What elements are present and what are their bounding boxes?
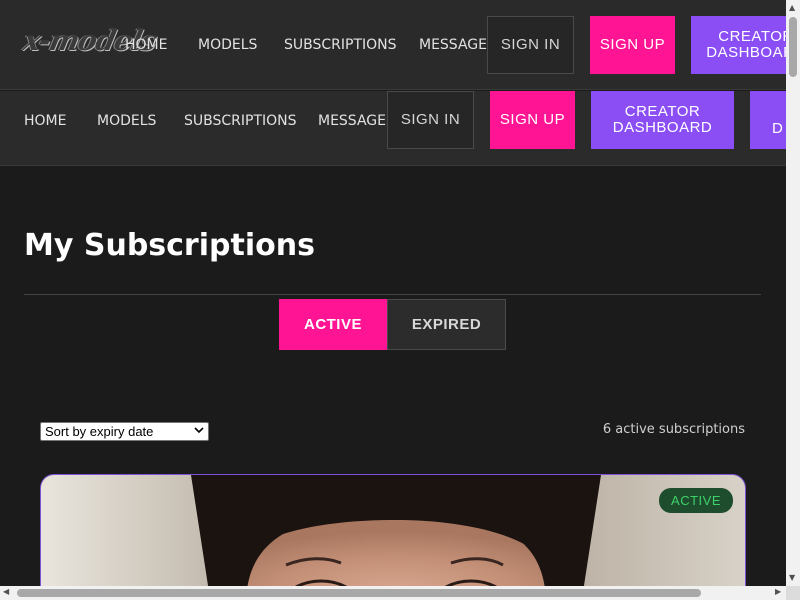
nav-subscriptions-link[interactable]: SUBSCRIPTIONS	[284, 37, 397, 53]
vertical-scrollbar[interactable]: ▲ ▼	[786, 0, 800, 586]
model-photo	[41, 475, 745, 586]
nav-home-link[interactable]: HOME	[125, 37, 167, 53]
subscription-count: 6 active subscriptions	[602, 422, 745, 437]
scrollbar-corner	[786, 586, 800, 600]
extra-nav-label: D	[772, 120, 784, 137]
sign-in-label: SIGN IN	[500, 36, 561, 53]
nav2-messages-link[interactable]: MESSAGES	[318, 113, 395, 129]
arrow-right-icon[interactable]: ▶	[775, 587, 781, 596]
status-badge: ACTIVE	[659, 488, 733, 513]
page-title: My Subscriptions	[24, 228, 315, 263]
nav-messages-link[interactable]: MESSAGES	[419, 37, 496, 53]
sign-up-label: SIGN UP	[599, 36, 666, 53]
page-viewport: x-models HOME MODELS SUBSCRIPTIONS MESSA…	[0, 0, 786, 586]
extra-nav-button-partial[interactable]: D	[750, 91, 786, 149]
secondary-header: HOME MODELS SUBSCRIPTIONS MESSAGES SIGN …	[0, 91, 786, 166]
nav-models-link[interactable]: MODELS	[198, 37, 257, 53]
sign-up-button[interactable]: SIGN UP	[590, 16, 675, 74]
top-header: x-models HOME MODELS SUBSCRIPTIONS MESSA…	[0, 0, 786, 90]
creator-dashboard-label: CREATOR DASHBOARD	[612, 103, 713, 136]
horizontal-scroll-thumb[interactable]	[17, 589, 701, 597]
arrow-left-icon[interactable]: ◀	[3, 587, 9, 596]
tab-active[interactable]: ACTIVE	[279, 299, 387, 350]
subscription-card[interactable]: ACTIVE	[40, 474, 746, 586]
nav2-models-link[interactable]: MODELS	[97, 113, 156, 129]
sort-select[interactable]: Sort by expiry date	[40, 422, 209, 441]
creator-dashboard-button[interactable]: CREATOR DASHBOARD	[691, 16, 786, 74]
creator-dashboard-button-secondary[interactable]: CREATOR DASHBOARD	[591, 91, 734, 149]
chevron-down-icon	[194, 426, 204, 437]
nav2-subscriptions-link[interactable]: SUBSCRIPTIONS	[184, 113, 297, 129]
horizontal-scrollbar[interactable]: ◀ ▶	[0, 586, 786, 600]
vertical-scroll-thumb[interactable]	[789, 17, 797, 77]
sign-up-label: SIGN UP	[499, 111, 566, 128]
tab-expired[interactable]: EXPIRED	[387, 299, 506, 350]
sign-in-label: SIGN IN	[400, 111, 461, 128]
arrow-up-icon[interactable]: ▲	[789, 3, 795, 12]
arrow-down-icon[interactable]: ▼	[789, 573, 795, 582]
creator-dashboard-label: CREATOR DASHBOARD	[706, 28, 786, 61]
tab-active-label: ACTIVE	[303, 316, 362, 333]
nav2-home-link[interactable]: HOME	[24, 113, 66, 129]
sign-in-button-secondary[interactable]: SIGN IN	[387, 91, 474, 149]
title-divider	[24, 294, 761, 295]
tab-expired-label: EXPIRED	[411, 316, 482, 333]
sort-select-value: Sort by expiry date	[45, 424, 154, 439]
sign-up-button-secondary[interactable]: SIGN UP	[490, 91, 575, 149]
sign-in-button[interactable]: SIGN IN	[487, 16, 574, 74]
